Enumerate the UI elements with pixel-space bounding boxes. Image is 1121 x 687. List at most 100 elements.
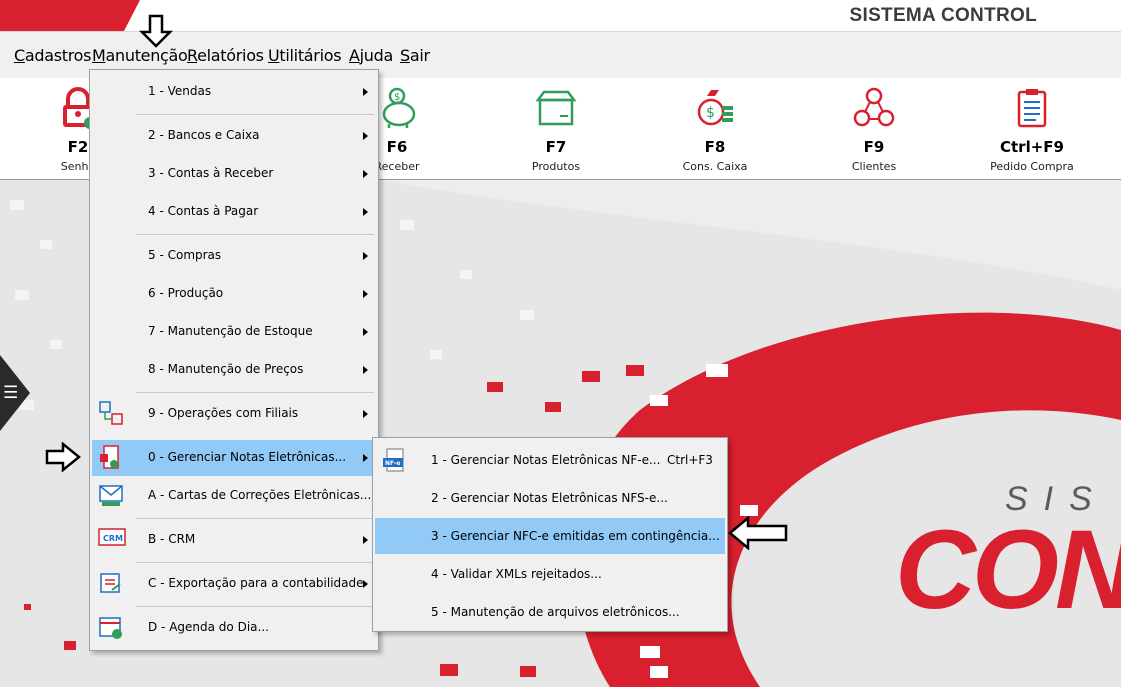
- arrow-down-annotation-icon: [139, 14, 173, 48]
- menu-label: air: [409, 46, 430, 65]
- submenu-item-nfse[interactable]: 2 - Gerenciar Notas Eletrônicas NFS-e...: [375, 480, 725, 516]
- menu-item-bancos-caixa[interactable]: 2 - Bancos e Caixa: [92, 118, 376, 154]
- submenu-arrow-icon: [363, 132, 368, 140]
- envelope-icon: [99, 485, 123, 506]
- menu-label: elatórios: [197, 46, 264, 65]
- menu-item-manutencao-estoque[interactable]: 7 - Manutenção de Estoque: [92, 314, 376, 350]
- menu-mnemonic: M: [92, 46, 106, 65]
- decor-square: [640, 646, 660, 658]
- menu-item-crm[interactable]: CRM B - CRM: [92, 522, 376, 558]
- piggy-bank-icon: $: [382, 87, 416, 128]
- toolbar-button-pedido-compra[interactable]: Ctrl+F9 Pedido Compra: [962, 78, 1102, 178]
- menu-separator: [136, 114, 374, 115]
- decor-square: [430, 350, 442, 359]
- menu-item-operacoes-filiais[interactable]: 9 - Operações com Filiais: [92, 396, 376, 432]
- submenu-item-validar-xmls[interactable]: 4 - Validar XMLs rejeitados...: [375, 556, 725, 592]
- menu-utilitarios[interactable]: Utilitários: [268, 46, 342, 65]
- menu-label: anutenção: [105, 46, 188, 65]
- decor-square: [520, 666, 536, 677]
- calendar-icon: [99, 617, 122, 639]
- toolbar-button-produtos[interactable]: F7 Produtos: [486, 78, 626, 178]
- submenu-arrow-icon: [363, 328, 368, 336]
- submenu-arrow-icon: [363, 290, 368, 298]
- toolbar-key: F9: [863, 138, 885, 156]
- decor-square: [460, 270, 472, 279]
- decor-square: [400, 220, 414, 230]
- decor-square: [740, 505, 758, 516]
- menu-item-cartas-correcao[interactable]: A - Cartas de Correções Eletrônicas...: [92, 478, 376, 514]
- menu-label: adastros: [24, 46, 92, 65]
- toolbar-button-clientes[interactable]: F9 Clientes: [804, 78, 944, 178]
- menu-item-contas-pagar[interactable]: 4 - Contas à Pagar: [92, 194, 376, 230]
- submenu-shortcut: Ctrl+F3: [667, 453, 713, 467]
- arrow-left-annotation-icon: [728, 516, 788, 550]
- menu-item-exportacao-contabilidade[interactable]: C - Exportação para a contabilidade: [92, 566, 376, 602]
- menu-mnemonic: C: [14, 46, 25, 65]
- submenu-item-label: 1 - Gerenciar Notas Eletrônicas NF-e...: [431, 453, 661, 467]
- submenu-arrow-icon: [363, 410, 368, 418]
- decor-square: [15, 290, 29, 300]
- menu-manutencao[interactable]: Manutenção: [92, 46, 188, 65]
- decor-square: [520, 310, 534, 320]
- submenu-item-nfce-contingencia[interactable]: 3 - Gerenciar NFC-e emitidas em contingê…: [375, 518, 725, 554]
- branches-icon: [99, 401, 123, 425]
- menu-item-vendas[interactable]: 1 - Vendas: [92, 74, 376, 110]
- menu-item-producao[interactable]: 6 - Produção: [92, 276, 376, 312]
- toolbar-key: Ctrl+F9: [1000, 138, 1064, 156]
- money-bag-icon: $: [697, 90, 733, 126]
- svg-text:$: $: [706, 105, 715, 121]
- toolbar-key: F8: [704, 138, 726, 156]
- submenu-item-nfe[interactable]: NF-e 1 - Gerenciar Notas Eletrônicas NF-…: [375, 442, 725, 478]
- people-network-icon: [853, 87, 895, 127]
- decor-square: [50, 340, 62, 349]
- menu-item-label: 3 - Contas à Receber: [148, 166, 274, 180]
- toolbar-label: Clientes: [851, 160, 897, 173]
- submenu-arrow-icon: [363, 454, 368, 462]
- crm-icon: CRM: [98, 528, 126, 546]
- decor-square: [545, 402, 561, 412]
- decor-square: [24, 604, 31, 610]
- menu-sair[interactable]: Sair: [400, 46, 430, 65]
- menu-item-manutencao-precos[interactable]: 8 - Manutenção de Preços: [92, 352, 376, 388]
- app-title: SISTEMA CONTROL: [849, 5, 1037, 26]
- menu-cadastros[interactable]: Cadastros: [14, 46, 92, 65]
- export-icon: [100, 573, 121, 593]
- menu-item-agenda-dia[interactable]: D - Agenda do Dia...: [92, 610, 376, 646]
- menu-relatorios[interactable]: Relatórios: [187, 46, 264, 65]
- arrow-right-annotation-icon: [45, 442, 81, 472]
- decor-square: [440, 664, 458, 676]
- submenu-item-manutencao-arquivos[interactable]: 5 - Manutenção de arquivos eletrônicos..…: [375, 594, 725, 630]
- menu-item-label: 2 - Bancos e Caixa: [148, 128, 260, 142]
- decor-square: [10, 200, 24, 210]
- submenu-item-label: 4 - Validar XMLs rejeitados...: [431, 567, 602, 581]
- decor-square: [650, 666, 668, 678]
- menu-item-compras[interactable]: 5 - Compras: [92, 238, 376, 274]
- manutencao-dropdown: 1 - Vendas 2 - Bancos e Caixa 3 - Contas…: [89, 69, 379, 651]
- clipboard-list-icon: [1017, 89, 1047, 128]
- menu-item-label: 5 - Compras: [148, 248, 222, 262]
- decor-square: [626, 365, 644, 376]
- submenu-arrow-icon: [363, 208, 368, 216]
- menu-item-label: A - Cartas de Correções Eletrônicas...: [148, 488, 372, 502]
- submenu-arrow-icon: [363, 252, 368, 260]
- menu-item-label: B - CRM: [148, 532, 196, 546]
- notas-eletronicas-submenu: NF-e 1 - Gerenciar Notas Eletrônicas NF-…: [372, 437, 728, 632]
- box-icon: [535, 90, 577, 126]
- menu-separator: [136, 234, 374, 235]
- menu-item-label: 1 - Vendas: [148, 84, 212, 98]
- svg-text:CRM: CRM: [103, 534, 123, 543]
- submenu-item-label: 5 - Manutenção de arquivos eletrônicos..…: [431, 605, 680, 619]
- decor-square: [487, 382, 503, 392]
- logo-text-bottom: CON: [895, 507, 1121, 632]
- menu-item-gerenciar-notas[interactable]: 0 - Gerenciar Notas Eletrônicas...: [92, 440, 376, 476]
- toolbar-button-cons-caixa[interactable]: $ F8 Cons. Caixa: [645, 78, 785, 178]
- menu-item-contas-receber[interactable]: 3 - Contas à Receber: [92, 156, 376, 192]
- decor-square: [64, 641, 76, 650]
- submenu-arrow-icon: [363, 366, 368, 374]
- menu-ajuda[interactable]: Ajuda: [349, 46, 393, 65]
- menu-item-label: D - Agenda do Dia...: [148, 620, 269, 634]
- toolbar-key: F7: [545, 138, 567, 156]
- decor-square: [582, 371, 600, 382]
- menu-label: juda: [359, 46, 394, 65]
- menu-item-label: 6 - Produção: [148, 286, 224, 300]
